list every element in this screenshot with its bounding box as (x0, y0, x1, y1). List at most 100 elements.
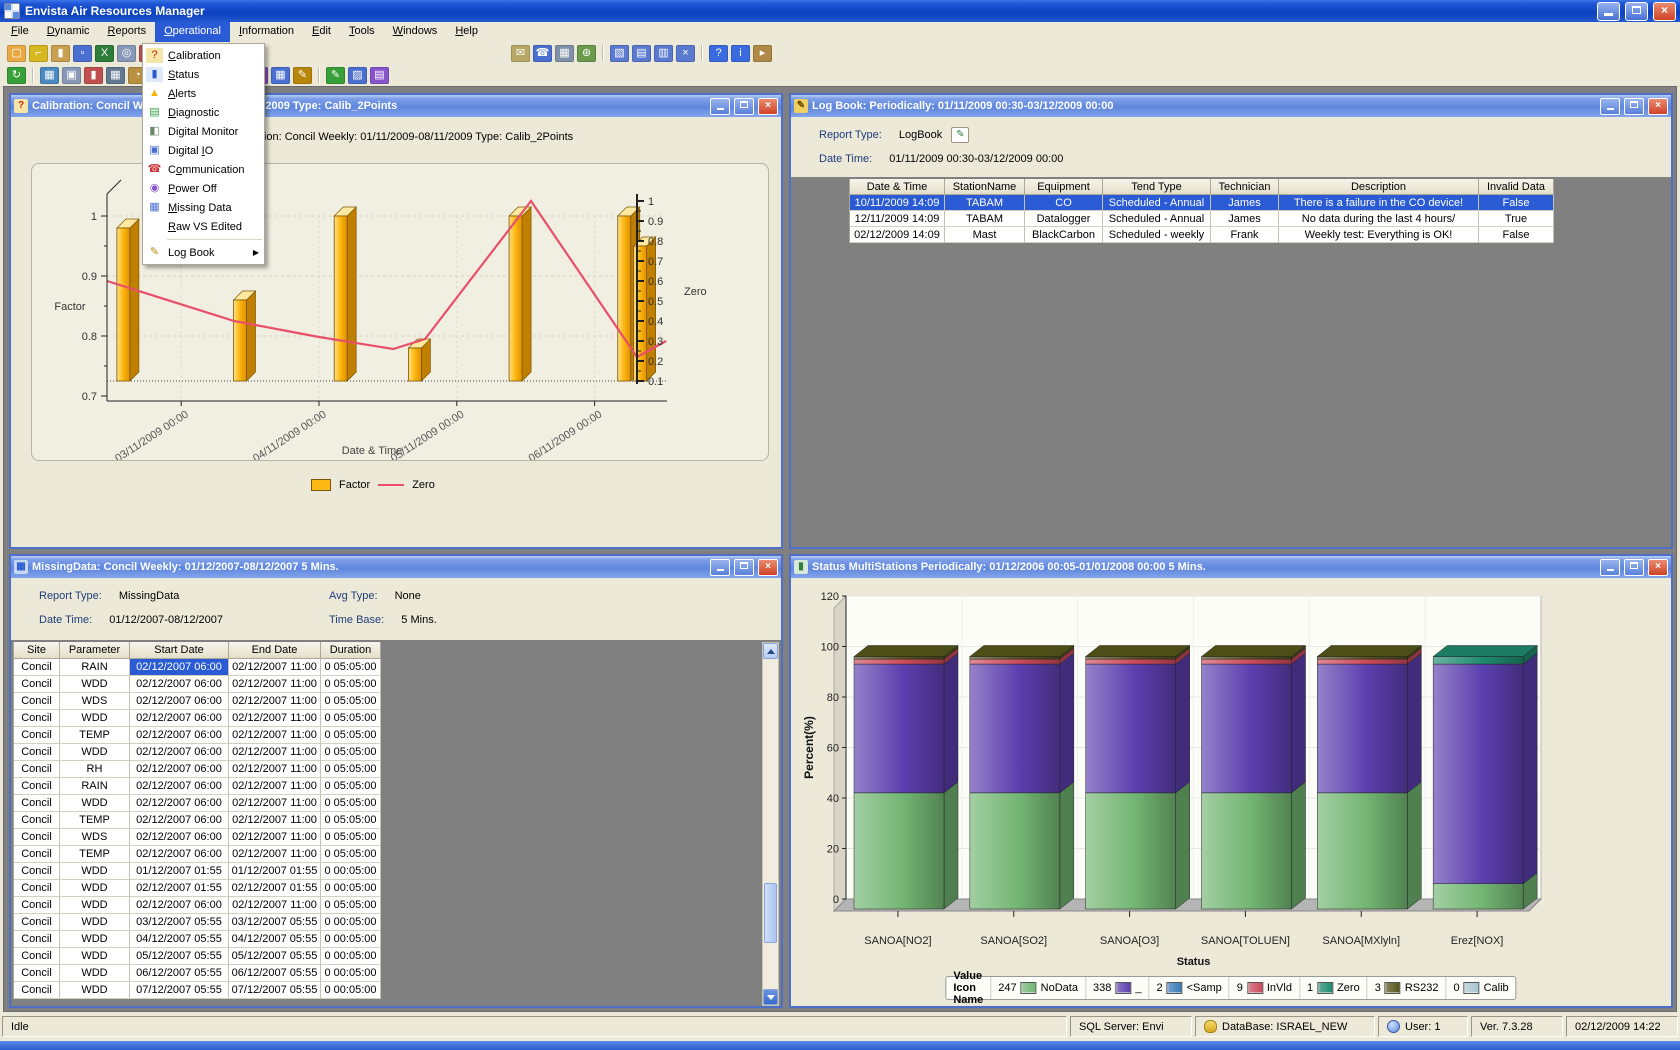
column-header-invalid-data[interactable]: Invalid Data (1479, 179, 1554, 195)
menu-item-digital-io[interactable]: ▣Digital IO (143, 141, 264, 160)
raw-edit-icon[interactable]: ▨ (348, 67, 367, 84)
menu-help[interactable]: Help (446, 22, 487, 42)
refresh-icon[interactable]: ↻ (7, 67, 26, 84)
menu-item-diagnostic[interactable]: ▤Diagnostic (143, 103, 264, 122)
calibration-titlebar[interactable]: ? Calibration: Concil Weekly: 01/11/2009… (11, 95, 781, 117)
menu-item-status[interactable]: ▮Status (143, 65, 264, 84)
status-close-button[interactable]: × (1648, 559, 1668, 576)
menu-edit[interactable]: Edit (303, 22, 340, 42)
calculator-icon[interactable]: ▦ (555, 45, 574, 62)
table-row[interactable]: 10/11/2009 14:09TABAMCOScheduled - Annua… (850, 195, 1554, 211)
close-windows-icon[interactable]: × (676, 45, 695, 62)
logbook-minimize-button[interactable] (1600, 98, 1620, 115)
menu-item-missing-data[interactable]: ▦Missing Data (143, 198, 264, 217)
table-row[interactable]: ConcilWDD06/12/2007 05:5506/12/2007 05:5… (14, 965, 381, 982)
table-row[interactable]: ConcilWDD02/12/2007 06:0002/12/2007 11:0… (14, 710, 381, 727)
menu-item-raw-vs-edited[interactable]: Raw VS Edited (143, 217, 264, 236)
table-row[interactable]: 12/11/2009 14:09TABAMDataloggerScheduled… (850, 211, 1554, 227)
table-row[interactable]: ConcilWDD04/12/2007 05:5504/12/2007 05:5… (14, 931, 381, 948)
menu-information[interactable]: Information (230, 22, 303, 42)
calibration-minimize-button[interactable] (710, 98, 730, 115)
missing-maximize-button[interactable] (734, 559, 754, 576)
tools-gear-icon[interactable]: ⊛ (577, 45, 596, 62)
scroll-up-button[interactable] (763, 643, 778, 659)
cascade-icon[interactable]: ▧ (610, 45, 629, 62)
menu-item-calibration[interactable]: ?Calibration (143, 46, 264, 65)
table-row[interactable]: ConcilWDD02/12/2007 06:0002/12/2007 11:0… (14, 795, 381, 812)
logbook-close-button[interactable]: × (1648, 98, 1668, 115)
pencil-icon[interactable]: ✎ (326, 67, 345, 84)
open-icon[interactable]: ▢ (7, 45, 26, 62)
signature-icon[interactable]: ✎ (293, 67, 312, 84)
database-icon[interactable]: ▮ (51, 45, 70, 62)
status-titlebar[interactable]: ▮ Status MultiStations Periodically: 01/… (791, 556, 1671, 578)
table-row[interactable]: ConcilWDD02/12/2007 06:0002/12/2007 11:0… (14, 897, 381, 914)
menu-item-power-off[interactable]: ◉Power Off (143, 179, 264, 198)
info-icon[interactable]: i (731, 45, 750, 62)
minimize-button[interactable] (1597, 2, 1620, 21)
menu-reports[interactable]: Reports (99, 22, 156, 42)
save-icon[interactable]: ▫ (73, 45, 92, 62)
exit-icon[interactable]: ▸ (753, 45, 772, 62)
menu-item-log-book[interactable]: ✎Log Book▶ (143, 243, 264, 262)
menu-dynamic[interactable]: Dynamic (38, 22, 99, 42)
table-row[interactable]: ConcilRAIN02/12/2007 06:0002/12/2007 11:… (14, 778, 381, 795)
status-maximize-button[interactable] (1624, 559, 1644, 576)
chart-icon[interactable]: ▮ (84, 67, 103, 84)
column-header-duration[interactable]: Duration (321, 642, 381, 659)
menu-operational[interactable]: Operational (155, 22, 230, 42)
maximize-button[interactable] (1625, 2, 1648, 21)
menu-item-digital-monitor[interactable]: ◧Digital Monitor (143, 122, 264, 141)
column-header-site[interactable]: Site (14, 642, 60, 659)
table-row[interactable]: ConcilTEMP02/12/2007 06:0002/12/2007 11:… (14, 846, 381, 863)
scroll-down-button[interactable] (763, 989, 778, 1005)
key-icon[interactable]: ⌐ (29, 45, 48, 62)
tile-horizontal-icon[interactable]: ▤ (632, 45, 651, 62)
table-row[interactable]: ConcilTEMP02/12/2007 06:0002/12/2007 11:… (14, 727, 381, 744)
menu-windows[interactable]: Windows (384, 22, 447, 42)
main-titlebar[interactable]: Envista Air Resources Manager × (0, 0, 1680, 22)
column-header-tend-type[interactable]: Tend Type (1103, 179, 1211, 195)
scroll-thumb[interactable] (764, 883, 777, 943)
missing-close-button[interactable]: × (758, 559, 778, 576)
missing-table-scrollbar[interactable] (762, 642, 779, 1006)
column-header-technician[interactable]: Technician (1211, 179, 1279, 195)
excel-icon[interactable]: X (95, 45, 114, 62)
column-header-description[interactable]: Description (1279, 179, 1479, 195)
help-icon[interactable]: ? (709, 45, 728, 62)
calibration-maximize-button[interactable] (734, 98, 754, 115)
column-header-parameter[interactable]: Parameter (60, 642, 130, 659)
menu-item-communication[interactable]: ☎Communication (143, 160, 264, 179)
table-row[interactable]: 02/12/2009 14:09MastBlackCarbonScheduled… (850, 227, 1554, 243)
logbook-titlebar[interactable]: ✎ Log Book: Periodically: 01/11/2009 00:… (791, 95, 1671, 117)
close-button[interactable]: × (1653, 2, 1676, 21)
missing-data-icon[interactable]: ▦ (271, 67, 290, 84)
menu-item-alerts[interactable]: ▲Alerts (143, 84, 264, 103)
preview-icon[interactable]: ◎ (117, 45, 136, 62)
missing-data-titlebar[interactable]: ▦ MissingData: Concil Weekly: 01/12/2007… (11, 556, 781, 578)
table-row[interactable]: ConcilRH02/12/2007 06:0002/12/2007 11:00… (14, 761, 381, 778)
status-minimize-button[interactable] (1600, 559, 1620, 576)
phone-icon[interactable]: ☎ (533, 45, 552, 62)
tile-vertical-icon[interactable]: ▥ (654, 45, 673, 62)
table-edit-icon[interactable]: ▦ (40, 67, 59, 84)
logbook-maximize-button[interactable] (1624, 98, 1644, 115)
column-header-date-time[interactable]: Date & Time (850, 179, 945, 195)
table-row[interactable]: ConcilWDS02/12/2007 06:0002/12/2007 11:0… (14, 829, 381, 846)
menu-tools[interactable]: Tools (340, 22, 384, 42)
table-row[interactable]: ConcilWDD07/12/2007 05:5507/12/2007 05:5… (14, 982, 381, 999)
table-row[interactable]: ConcilWDS02/12/2007 06:0002/12/2007 11:0… (14, 693, 381, 710)
copy-icon[interactable]: ▣ (62, 67, 81, 84)
column-header-stationname[interactable]: StationName (945, 179, 1025, 195)
table-row[interactable]: ConcilRAIN02/12/2007 06:0002/12/2007 11:… (14, 659, 381, 676)
grid-icon[interactable]: ▦ (106, 67, 125, 84)
table-row[interactable]: ConcilWDD02/12/2007 06:0002/12/2007 11:0… (14, 744, 381, 761)
column-header-end-date[interactable]: End Date (229, 642, 321, 659)
column-header-equipment[interactable]: Equipment (1025, 179, 1103, 195)
notebook-icon[interactable]: ▤ (370, 67, 389, 84)
table-row[interactable]: ConcilTEMP02/12/2007 06:0002/12/2007 11:… (14, 812, 381, 829)
table-row[interactable]: ConcilWDD03/12/2007 05:5503/12/2007 05:5… (14, 914, 381, 931)
column-header-start-date[interactable]: Start Date (130, 642, 229, 659)
missing-minimize-button[interactable] (710, 559, 730, 576)
table-row[interactable]: ConcilWDD01/12/2007 01:5501/12/2007 01:5… (14, 863, 381, 880)
